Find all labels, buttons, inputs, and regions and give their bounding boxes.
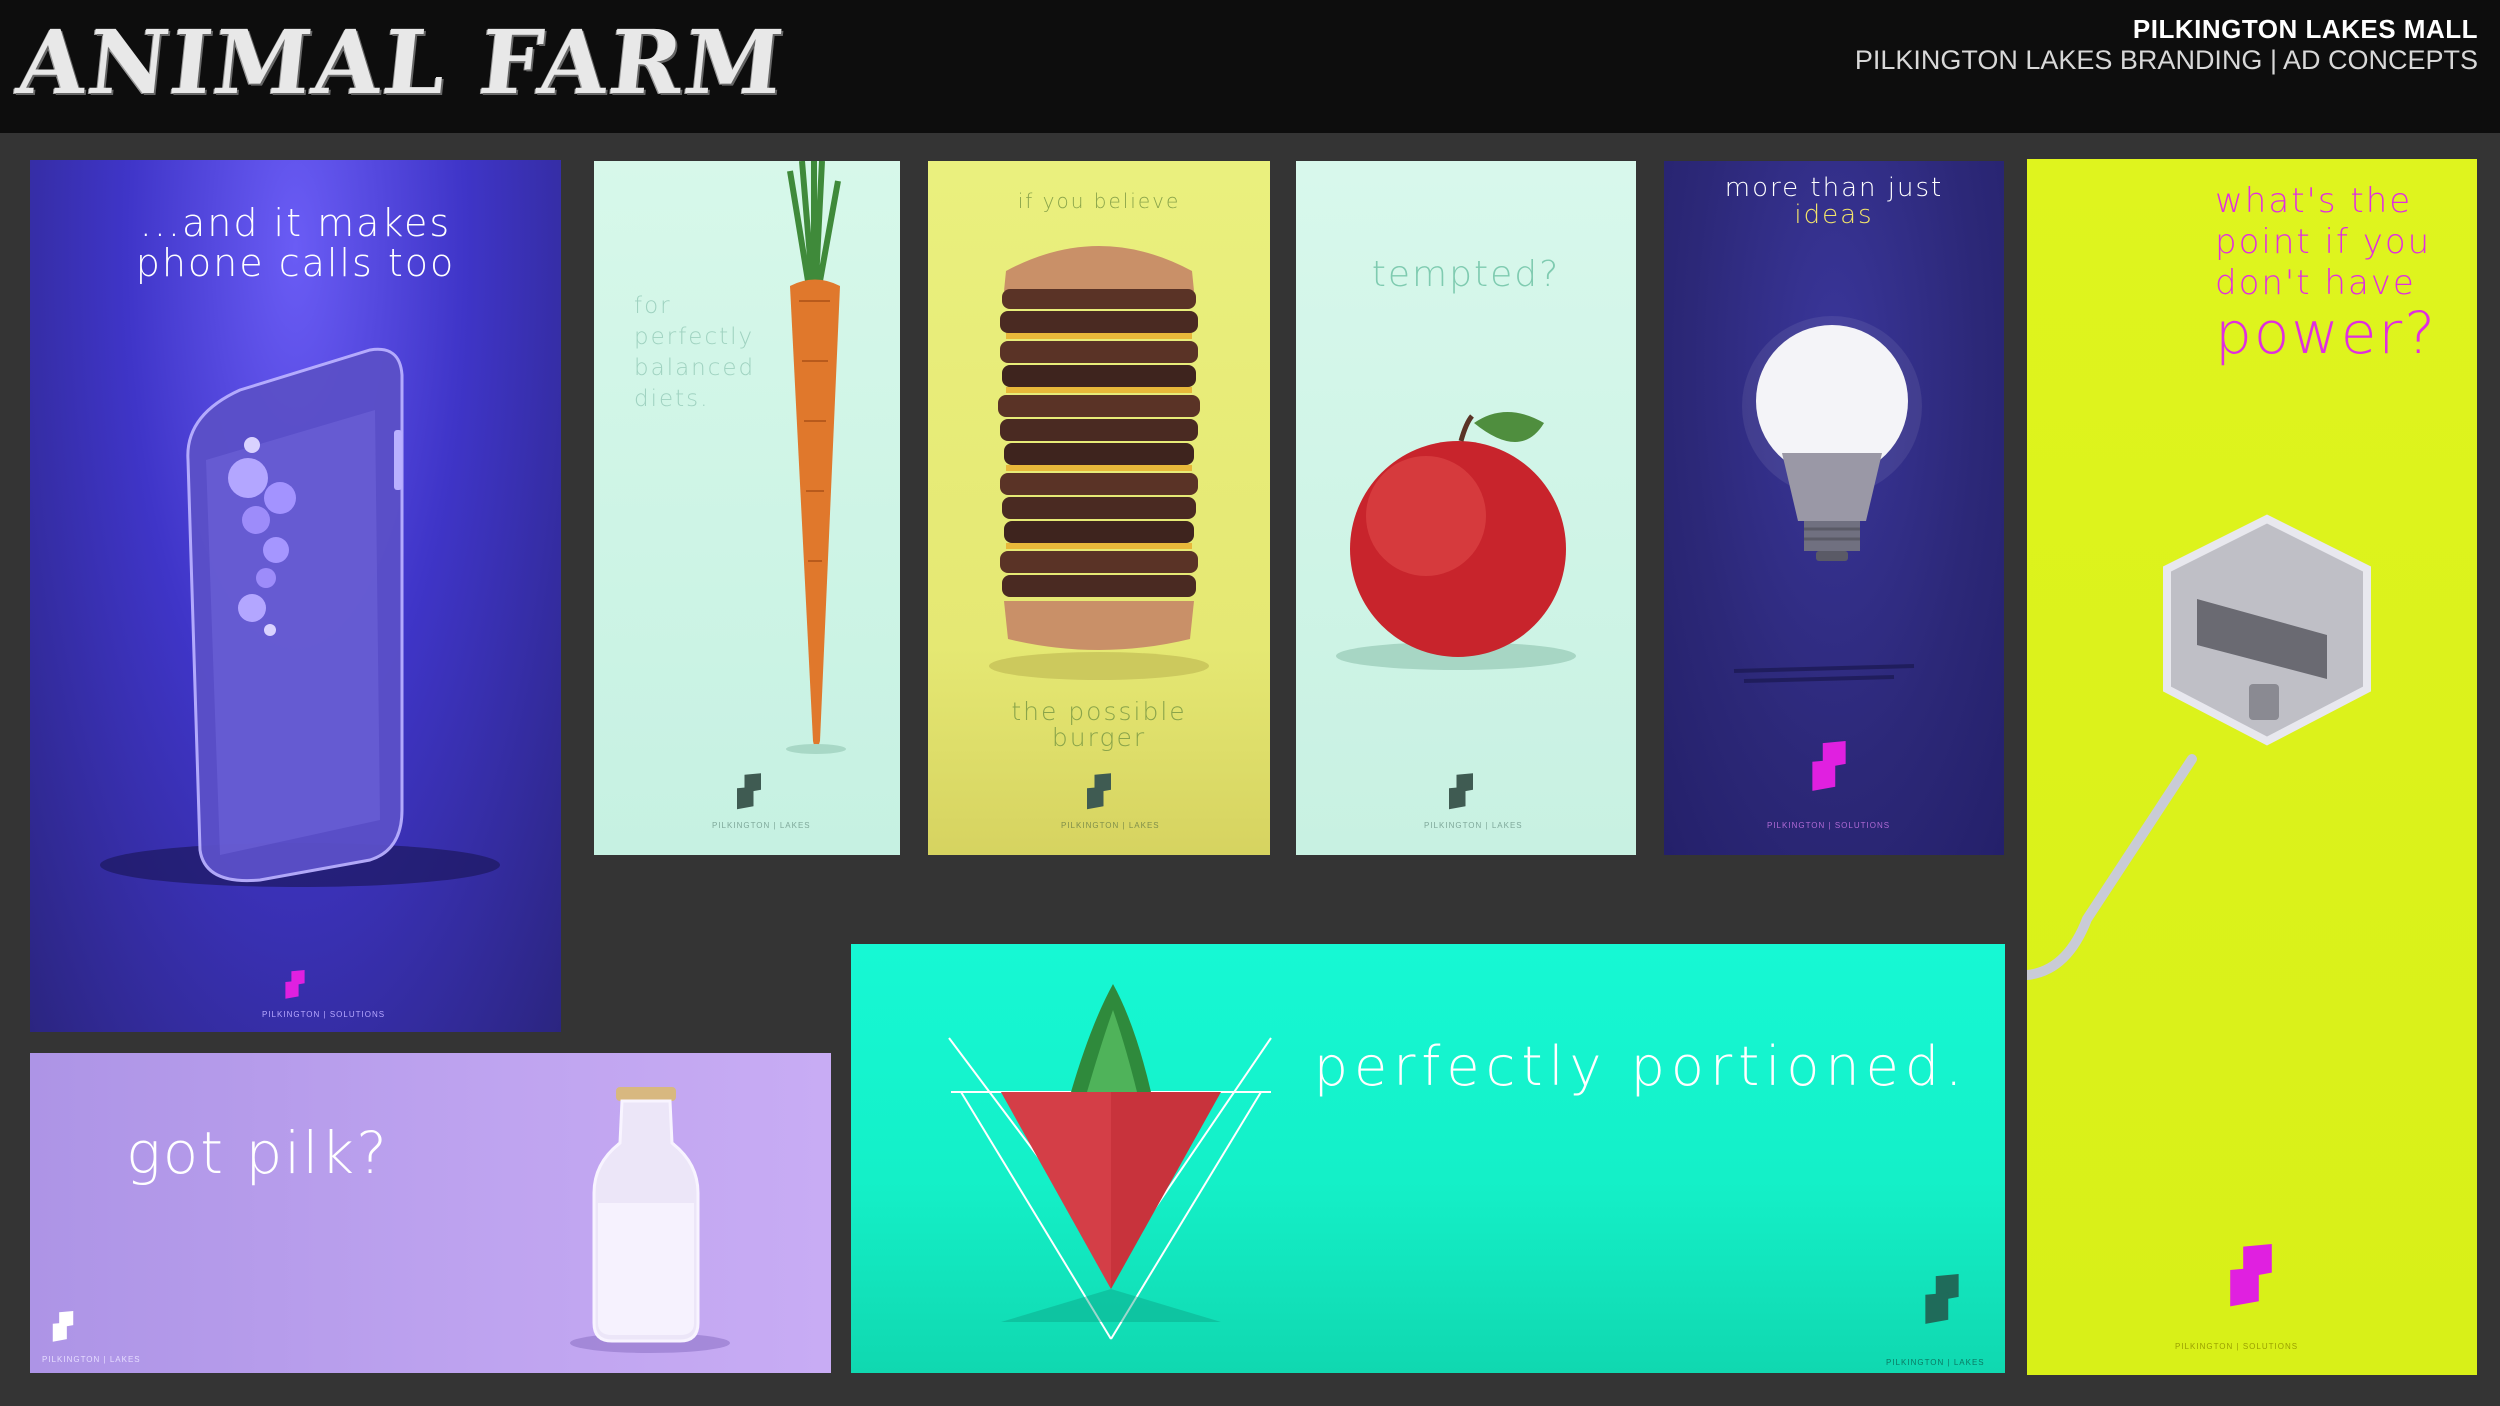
- phone-illustration: [100, 347, 500, 887]
- ad-carrot[interactable]: for perfectly balanced diets. PILKINGTON…: [594, 161, 900, 855]
- carrot-logo-icon: [734, 773, 764, 811]
- burger-headline-2: burger: [1051, 723, 1147, 753]
- header-info: PILKINGTON LAKES MALL PILKINGTON LAKES B…: [1855, 14, 2478, 76]
- strawberry-illustration: [948, 984, 1272, 1340]
- carrot-logo-caption: PILKINGTON | LAKES: [712, 821, 811, 830]
- burger-headline-1: the possible: [1011, 697, 1187, 726]
- ad-milk[interactable]: got pilk? PILKINGTON | LAKES: [30, 1053, 831, 1373]
- apple-logo-caption: PILKINGTON | LAKES: [1424, 821, 1523, 830]
- strawberry-logo-icon: [1921, 1274, 1963, 1326]
- strawberry-logo-caption: PILKINGTON | LAKES: [1886, 1358, 1985, 1367]
- ad-burger[interactable]: if you believe the possible burger PILKI…: [928, 161, 1270, 855]
- milk-bottle-illustration: [570, 1087, 730, 1353]
- ad-apple[interactable]: tempted? PILKINGTON | LAKES: [1296, 161, 1636, 855]
- client-name: PILKINGTON LAKES MALL: [2132, 14, 2478, 44]
- project-subtitle: PILKINGTON LAKES BRANDING | AD CONCEPTS: [1854, 45, 2478, 75]
- milk-logo-icon: [50, 1311, 76, 1343]
- ad-strawberry[interactable]: perfectly portioned. PILKINGTON | LAKES: [851, 944, 2005, 1373]
- phone-logo-icon: [283, 970, 307, 1000]
- apple-logo-icon: [1446, 773, 1476, 811]
- apple-illustration: [1336, 412, 1576, 670]
- brand-title: ANIMAL FARM: [12, 10, 790, 114]
- bulb-logo-caption: PILKINGTON | SOLUTIONS: [1767, 821, 1891, 830]
- ad-power[interactable]: what's the point if you don't have power…: [2027, 159, 2477, 1375]
- phone-logo-caption: PILKINGTON | SOLUTIONS: [262, 1010, 386, 1019]
- carrot-illustration: [786, 161, 846, 754]
- header-bar: ANIMAL FARM PILKINGTON LAKES MALL PILKIN…: [0, 0, 2500, 133]
- ad-bulb[interactable]: more than just ideas PILKINGTON | SOLUTI…: [1664, 161, 2004, 855]
- power-logo-icon: [2225, 1244, 2277, 1309]
- burger-logo-icon: [1084, 773, 1114, 811]
- power-logo-caption: PILKINGTON | SOLUTIONS: [2175, 1342, 2299, 1351]
- burger-logo-caption: PILKINGTON | LAKES: [1061, 821, 1160, 830]
- milk-logo-caption: PILKINGTON | LAKES: [42, 1355, 141, 1364]
- ad-phone[interactable]: ...and it makes phone calls too PILKINGT…: [30, 160, 561, 1032]
- bulb-logo-icon: [1808, 741, 1850, 793]
- power-plug-illustration: [2027, 514, 2371, 980]
